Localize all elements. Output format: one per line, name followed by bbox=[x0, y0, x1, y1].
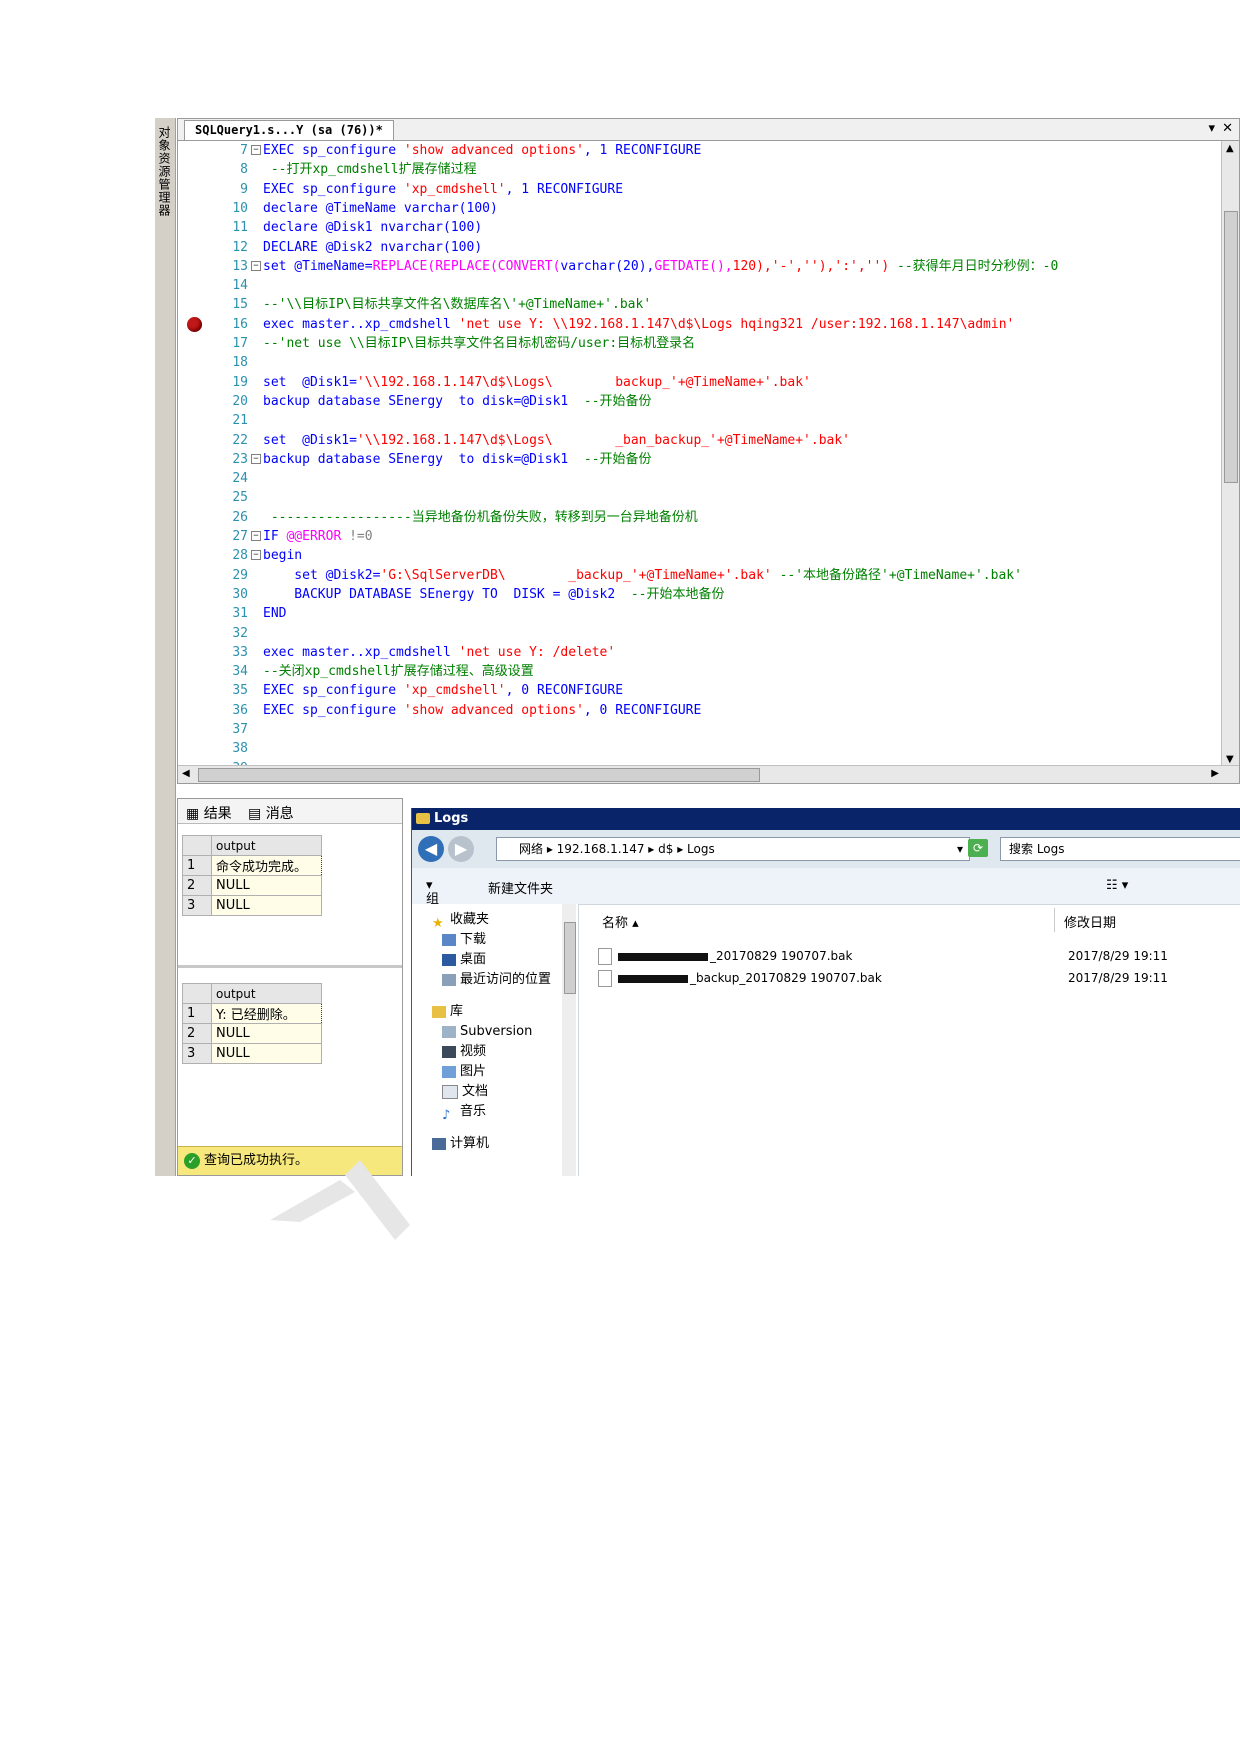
watermark-graphic bbox=[270, 1160, 410, 1240]
